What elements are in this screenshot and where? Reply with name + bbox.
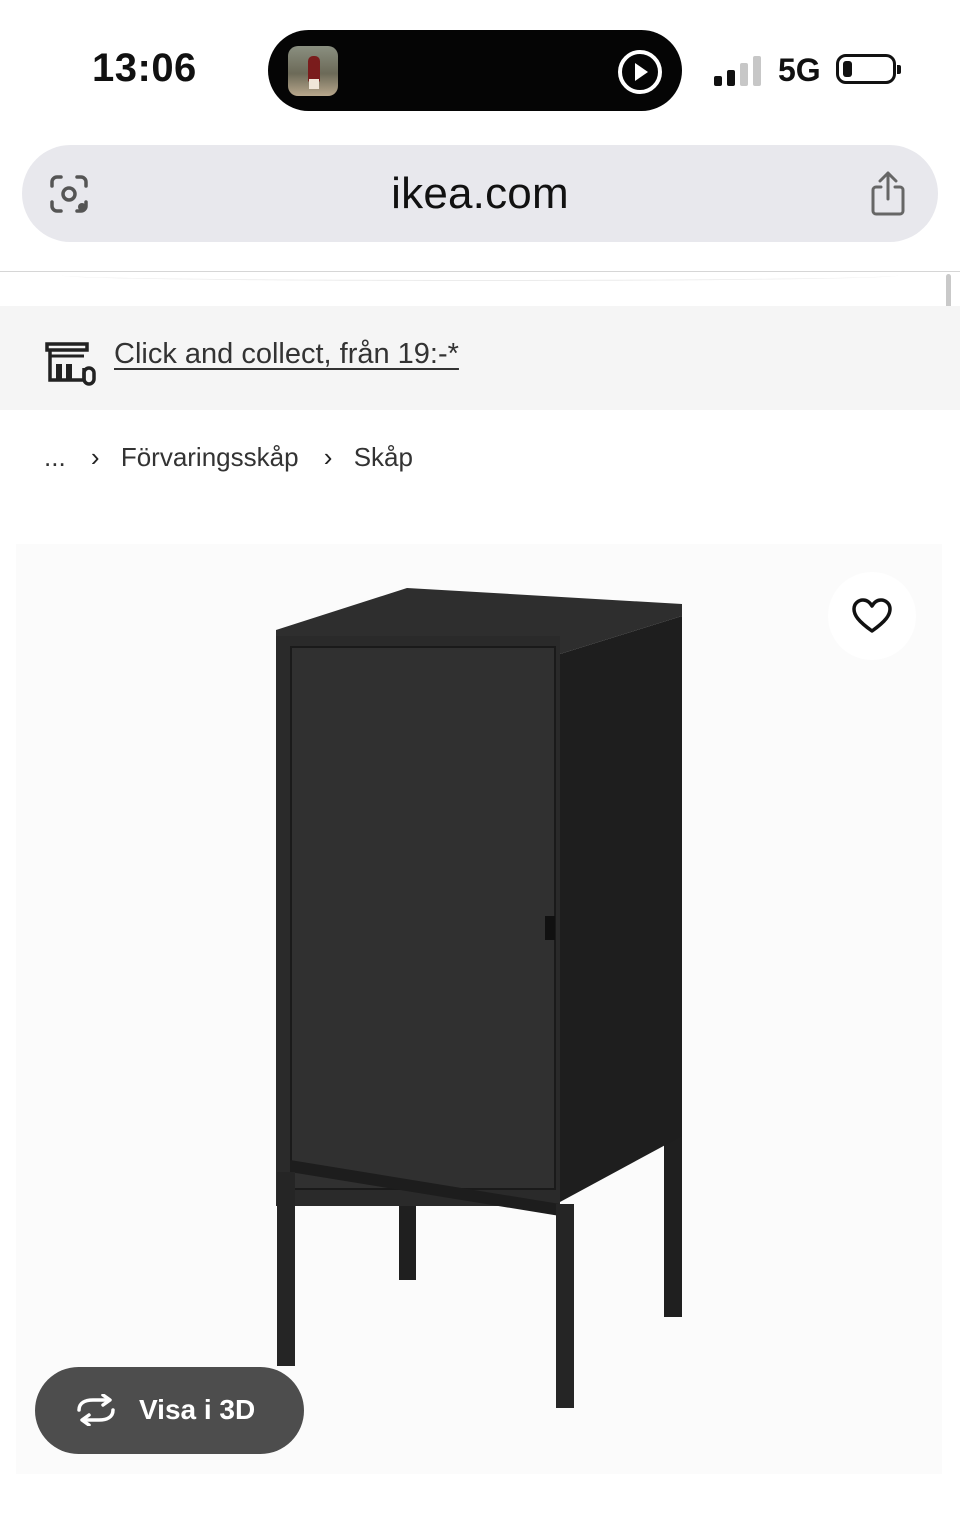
breadcrumb-separator: ›: [323, 441, 333, 472]
breadcrumb-ellipsis[interactable]: ...: [44, 442, 66, 473]
breadcrumb-separator: ›: [90, 441, 100, 472]
breadcrumb: ... › Förvaringsskåp › Skåp: [44, 440, 413, 474]
view-3d-button[interactable]: Visa i 3D: [35, 1367, 304, 1454]
battery-icon: [836, 54, 901, 84]
dynamic-island[interactable]: [268, 30, 682, 111]
network-type: 5G: [778, 52, 821, 88]
view-3d-label: Visa i 3D: [139, 1394, 256, 1425]
cabinet-image: [276, 588, 682, 1408]
product-image-panel[interactable]: [16, 544, 942, 1474]
cellular-signal-icon: [714, 54, 762, 86]
rotate-3d-icon: [77, 1394, 115, 1426]
url-text[interactable]: ikea.com: [22, 169, 938, 219]
click-collect-link[interactable]: Click and collect, från 19:-*: [114, 338, 459, 371]
address-bar[interactable]: ikea.com: [22, 145, 938, 242]
now-playing-thumbnail[interactable]: [288, 46, 338, 96]
store-icon: [45, 342, 96, 386]
click-collect-banner: Click and collect, från 19:-*: [0, 306, 960, 410]
breadcrumb-item-forvaringsskap[interactable]: Förvaringsskåp: [121, 442, 299, 473]
status-time: 13:06: [92, 46, 197, 90]
status-bar: 13:06 5G: [0, 0, 960, 130]
hidden-element-edge: [62, 270, 898, 281]
share-icon[interactable]: [868, 169, 908, 217]
breadcrumb-item-skap[interactable]: Skåp: [354, 442, 413, 473]
play-circle-icon[interactable]: [618, 50, 662, 94]
favorite-button[interactable]: [828, 572, 916, 660]
heart-icon: [852, 598, 892, 633]
